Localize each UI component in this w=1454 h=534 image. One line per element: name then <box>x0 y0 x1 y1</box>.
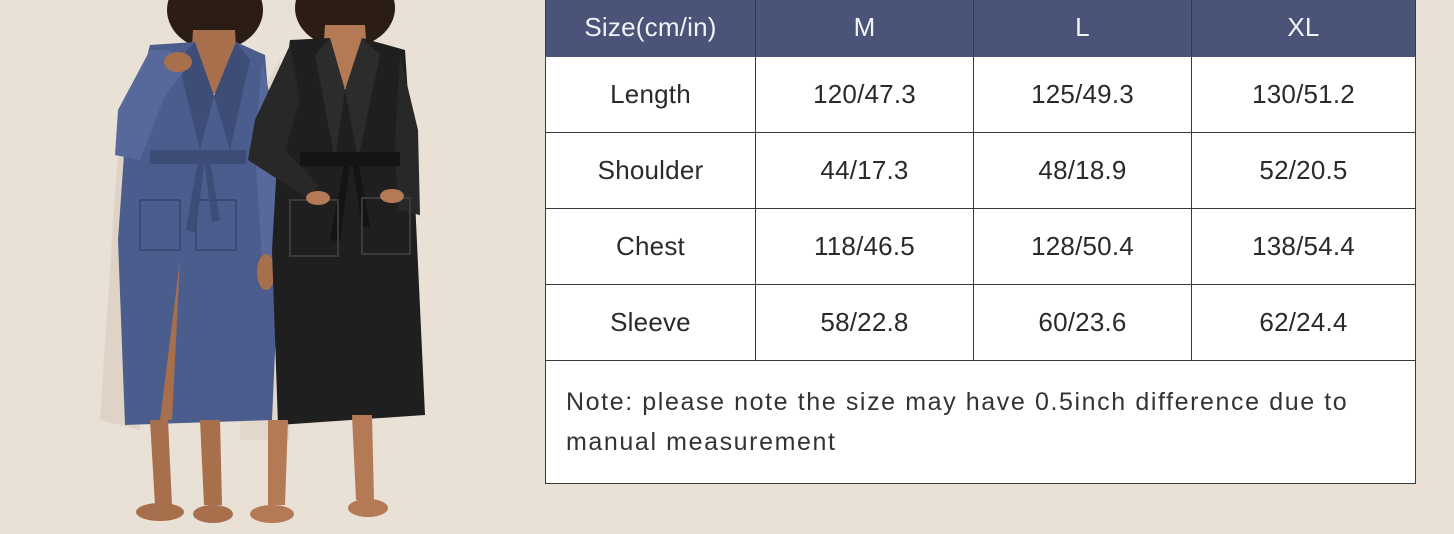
table-row-sleeve: Sleeve 58/22.8 60/23.6 62/24.4 <box>545 284 1416 361</box>
table-row-shoulder: Shoulder 44/17.3 48/18.9 52/20.5 <box>545 132 1416 209</box>
table-cell: 130/51.2 <box>1191 56 1416 133</box>
header-size-unit: Size(cm/in) <box>545 0 756 57</box>
measurement-note: Note: please note the size may have 0.5i… <box>545 360 1416 484</box>
header-size-m: M <box>755 0 974 57</box>
header-size-xl: XL <box>1191 0 1416 57</box>
table-cell: 128/50.4 <box>973 208 1192 285</box>
table-cell: 52/20.5 <box>1191 132 1416 209</box>
header-size-l: L <box>973 0 1192 57</box>
row-label: Sleeve <box>545 284 756 361</box>
table-cell: 118/46.5 <box>755 208 974 285</box>
table-cell: 60/23.6 <box>973 284 1192 361</box>
table-cell: 120/47.3 <box>755 56 974 133</box>
product-photo-models <box>100 0 425 523</box>
header-row: Size(cm/in) M L XL <box>545 0 1416 57</box>
table-row-chest: Chest 118/46.5 128/50.4 138/54.4 <box>545 208 1416 285</box>
note-row: Note: please note the size may have 0.5i… <box>545 360 1416 484</box>
table-row-length: Length 120/47.3 125/49.3 130/51.2 <box>545 56 1416 133</box>
size-chart-table: Size(cm/in) M L XL Length 120/47.3 125/4… <box>545 0 1416 484</box>
table-cell: 138/54.4 <box>1191 208 1416 285</box>
row-label: Length <box>545 56 756 133</box>
table-cell: 58/22.8 <box>755 284 974 361</box>
table-cell: 44/17.3 <box>755 132 974 209</box>
table-cell: 48/18.9 <box>973 132 1192 209</box>
row-label: Shoulder <box>545 132 756 209</box>
table-cell: 62/24.4 <box>1191 284 1416 361</box>
row-label: Chest <box>545 208 756 285</box>
table-cell: 125/49.3 <box>973 56 1192 133</box>
